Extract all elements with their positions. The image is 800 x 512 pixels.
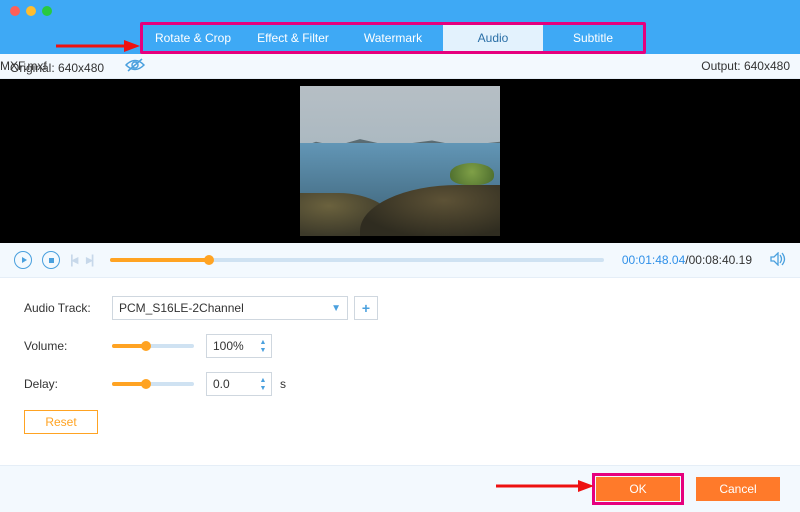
- tab-subtitle[interactable]: Subtitle: [543, 25, 643, 51]
- dimensions-info-bar: Original: 640x480 Output: 640x480: [0, 54, 800, 79]
- delay-input[interactable]: 0.0 ▲ ▼: [206, 372, 272, 396]
- audio-track-value: PCM_S16LE-2Channel: [119, 301, 244, 315]
- seek-progress: [110, 258, 209, 262]
- volume-knob[interactable]: [141, 341, 151, 351]
- tab-watermark[interactable]: Watermark: [343, 25, 443, 51]
- tabs-highlight: Rotate & Crop Effect & Filter Watermark …: [140, 22, 646, 54]
- dialog-footer: OK Cancel: [0, 465, 800, 512]
- seek-slider[interactable]: [110, 258, 604, 262]
- tab-audio[interactable]: Audio: [443, 25, 543, 51]
- play-button[interactable]: [14, 251, 32, 269]
- delay-knob[interactable]: [141, 379, 151, 389]
- cancel-button[interactable]: Cancel: [696, 477, 780, 501]
- delay-step-down[interactable]: ▼: [257, 385, 269, 392]
- delay-label: Delay:: [24, 377, 112, 391]
- delay-unit: s: [280, 377, 286, 391]
- time-total: /00:08:40.19: [685, 253, 752, 267]
- audio-settings-panel: Audio Track: PCM_S16LE-2Channel ▼ + Volu…: [0, 278, 800, 440]
- tab-effect-filter[interactable]: Effect & Filter: [243, 25, 343, 51]
- preview-toggle-icon[interactable]: [125, 58, 145, 75]
- delay-value: 0.0: [213, 377, 230, 391]
- close-window-button[interactable]: [10, 6, 20, 16]
- volume-input[interactable]: 100% ▲ ▼: [206, 334, 272, 358]
- time-display: 00:01:48.04/00:08:40.19: [622, 253, 752, 267]
- add-audio-track-button[interactable]: +: [354, 296, 378, 320]
- volume-icon[interactable]: [770, 252, 786, 269]
- audio-track-label: Audio Track:: [24, 301, 112, 315]
- tab-rotate-crop[interactable]: Rotate & Crop: [143, 25, 243, 51]
- output-dimensions: Output: 640x480: [701, 59, 790, 73]
- playback-bar: |◂ ▸| 00:01:48.04/00:08:40.19: [0, 243, 800, 278]
- next-frame-button[interactable]: ▸|: [86, 252, 92, 268]
- volume-label: Volume:: [24, 339, 112, 353]
- audio-track-select[interactable]: PCM_S16LE-2Channel ▼: [112, 296, 348, 320]
- time-current: 00:01:48.04: [622, 253, 685, 267]
- volume-step-down[interactable]: ▼: [257, 347, 269, 354]
- volume-value: 100%: [213, 339, 244, 353]
- volume-slider[interactable]: [112, 344, 194, 348]
- reset-button[interactable]: Reset: [24, 410, 98, 434]
- delay-slider[interactable]: [112, 382, 194, 386]
- prev-frame-button[interactable]: |◂: [70, 252, 76, 268]
- video-thumbnail: [300, 86, 500, 236]
- window-titlebar: [0, 0, 800, 22]
- volume-step-up[interactable]: ▲: [257, 339, 269, 346]
- ok-button[interactable]: OK: [596, 477, 680, 501]
- editor-tabstrip: Rotate & Crop Effect & Filter Watermark …: [0, 22, 800, 54]
- video-preview-area: [0, 79, 800, 243]
- delay-step-up[interactable]: ▲: [257, 377, 269, 384]
- zoom-window-button[interactable]: [42, 6, 52, 16]
- chevron-down-icon: ▼: [331, 303, 341, 314]
- filename-label: MXF.mxf: [0, 59, 47, 73]
- minimize-window-button[interactable]: [26, 6, 36, 16]
- ok-highlight: OK: [592, 473, 684, 505]
- stop-button[interactable]: [42, 251, 60, 269]
- seek-knob[interactable]: [204, 255, 214, 265]
